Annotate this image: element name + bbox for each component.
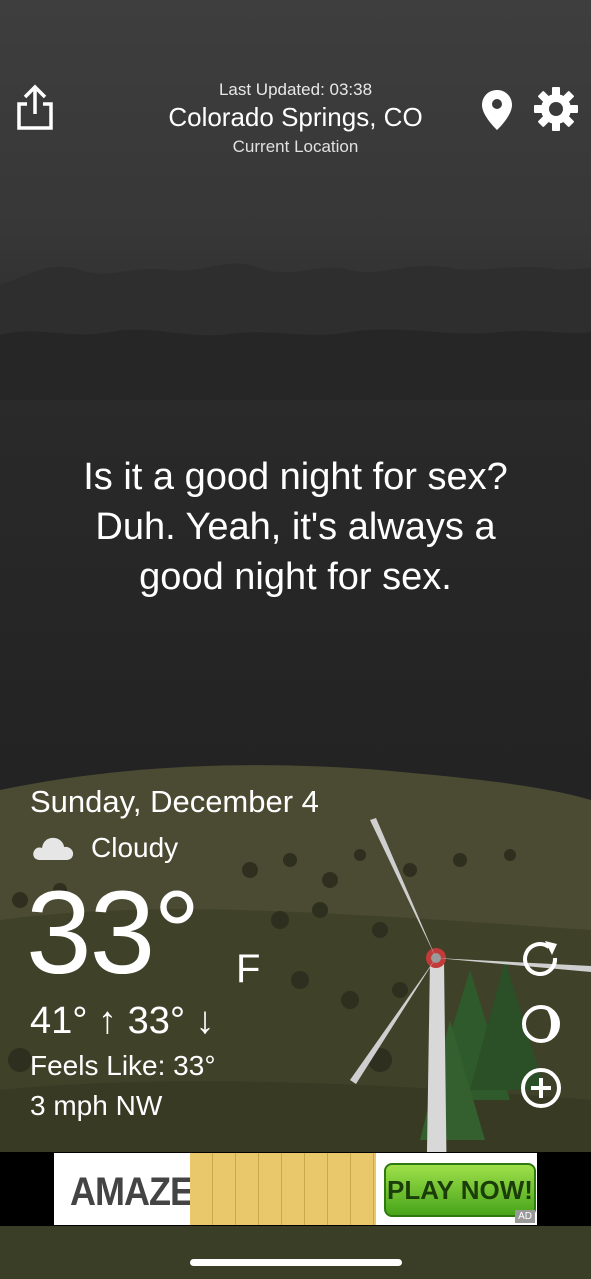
current-location-label: Current Location <box>232 137 359 156</box>
ad-play-button[interactable]: PLAY NOW! <box>384 1163 536 1217</box>
temperature-unit[interactable]: F <box>236 947 260 992</box>
mountain-silhouette <box>0 263 591 400</box>
date-label: Sunday, December 4 <box>30 784 319 819</box>
feels-like-label: Feels Like: 33° <box>30 1050 216 1081</box>
refresh-icon[interactable] <box>519 938 563 982</box>
wind-label: 3 mph NW <box>30 1090 163 1121</box>
forecast-message: Is it a good night for sex? Duh. Yeah, i… <box>40 452 551 602</box>
temperature-value: 33° <box>26 867 200 999</box>
condition-label: Cloudy <box>91 832 179 863</box>
cloud-icon <box>33 837 74 860</box>
ad-brand: AMAZE! <box>70 1168 205 1214</box>
ad-game-graphic <box>190 1153 376 1225</box>
ad-banner[interactable]: AMAZE! PLAY NOW! AD <box>54 1153 537 1225</box>
location-pin-icon[interactable] <box>480 88 514 132</box>
theme-icon[interactable] <box>519 1002 563 1046</box>
message-line: Duh. Yeah, it's always a <box>95 506 496 548</box>
ad-tag: AD <box>515 1210 535 1223</box>
home-indicator[interactable] <box>190 1259 402 1266</box>
top-bar: Last Updated: 03:38 Colorado Springs, CO… <box>0 0 591 170</box>
message-line: good night for sex. <box>139 556 452 598</box>
message-line: Is it a good night for sex? <box>83 456 508 498</box>
add-icon[interactable] <box>519 1066 563 1110</box>
high-low-label: 41° ↑ 33° ↓ <box>30 1000 215 1042</box>
ground-strip <box>0 1226 591 1279</box>
gear-icon[interactable] <box>533 86 579 132</box>
